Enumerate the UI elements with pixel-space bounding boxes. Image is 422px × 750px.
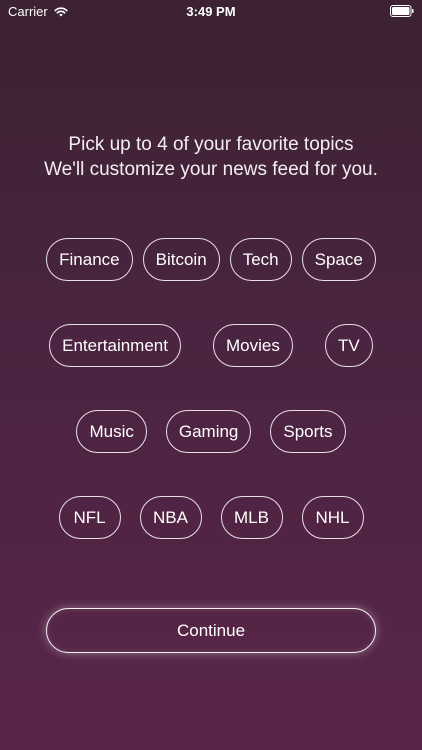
topic-chip-space[interactable]: Space [301, 238, 376, 281]
topic-chip-gaming[interactable]: Gaming [165, 410, 252, 453]
topic-row-1: Finance Bitcoin Tech Space [0, 238, 422, 281]
status-bar: Carrier 3:49 PM [0, 0, 422, 24]
status-time: 3:49 PM [186, 4, 236, 19]
intro-line-2: We'll customize your news feed for you. [44, 159, 378, 180]
topic-chip-tv[interactable]: TV [324, 324, 373, 367]
topic-chip-nfl[interactable]: NFL [58, 496, 121, 539]
intro-text: Pick up to 4 of your favorite topics We'… [0, 132, 422, 182]
topic-chip-music[interactable]: Music [76, 410, 147, 453]
topic-chip-movies[interactable]: Movies [212, 324, 293, 367]
topic-chip-bitcoin[interactable]: Bitcoin [142, 238, 220, 281]
topic-row-2: Entertainment Movies TV [0, 324, 422, 367]
topic-chip-nhl[interactable]: NHL [301, 496, 364, 539]
topic-chip-entertainment[interactable]: Entertainment [49, 324, 181, 367]
topic-chip-finance[interactable]: Finance [46, 238, 133, 281]
topic-chip-tech[interactable]: Tech [229, 238, 292, 281]
topic-row-3: Music Gaming Sports [0, 410, 422, 453]
topic-chip-mlb[interactable]: MLB [220, 496, 283, 539]
topic-picker-screen: Carrier 3:49 PM Pick up to 4 of your fav… [0, 0, 422, 750]
topic-chip-nba[interactable]: NBA [139, 496, 202, 539]
topic-row-4: NFL NBA MLB NHL [0, 496, 422, 539]
battery-icon [390, 5, 414, 17]
intro-line-1: Pick up to 4 of your favorite topics [68, 134, 354, 155]
continue-button[interactable]: Continue [46, 608, 376, 653]
topic-chip-sports[interactable]: Sports [270, 410, 346, 453]
